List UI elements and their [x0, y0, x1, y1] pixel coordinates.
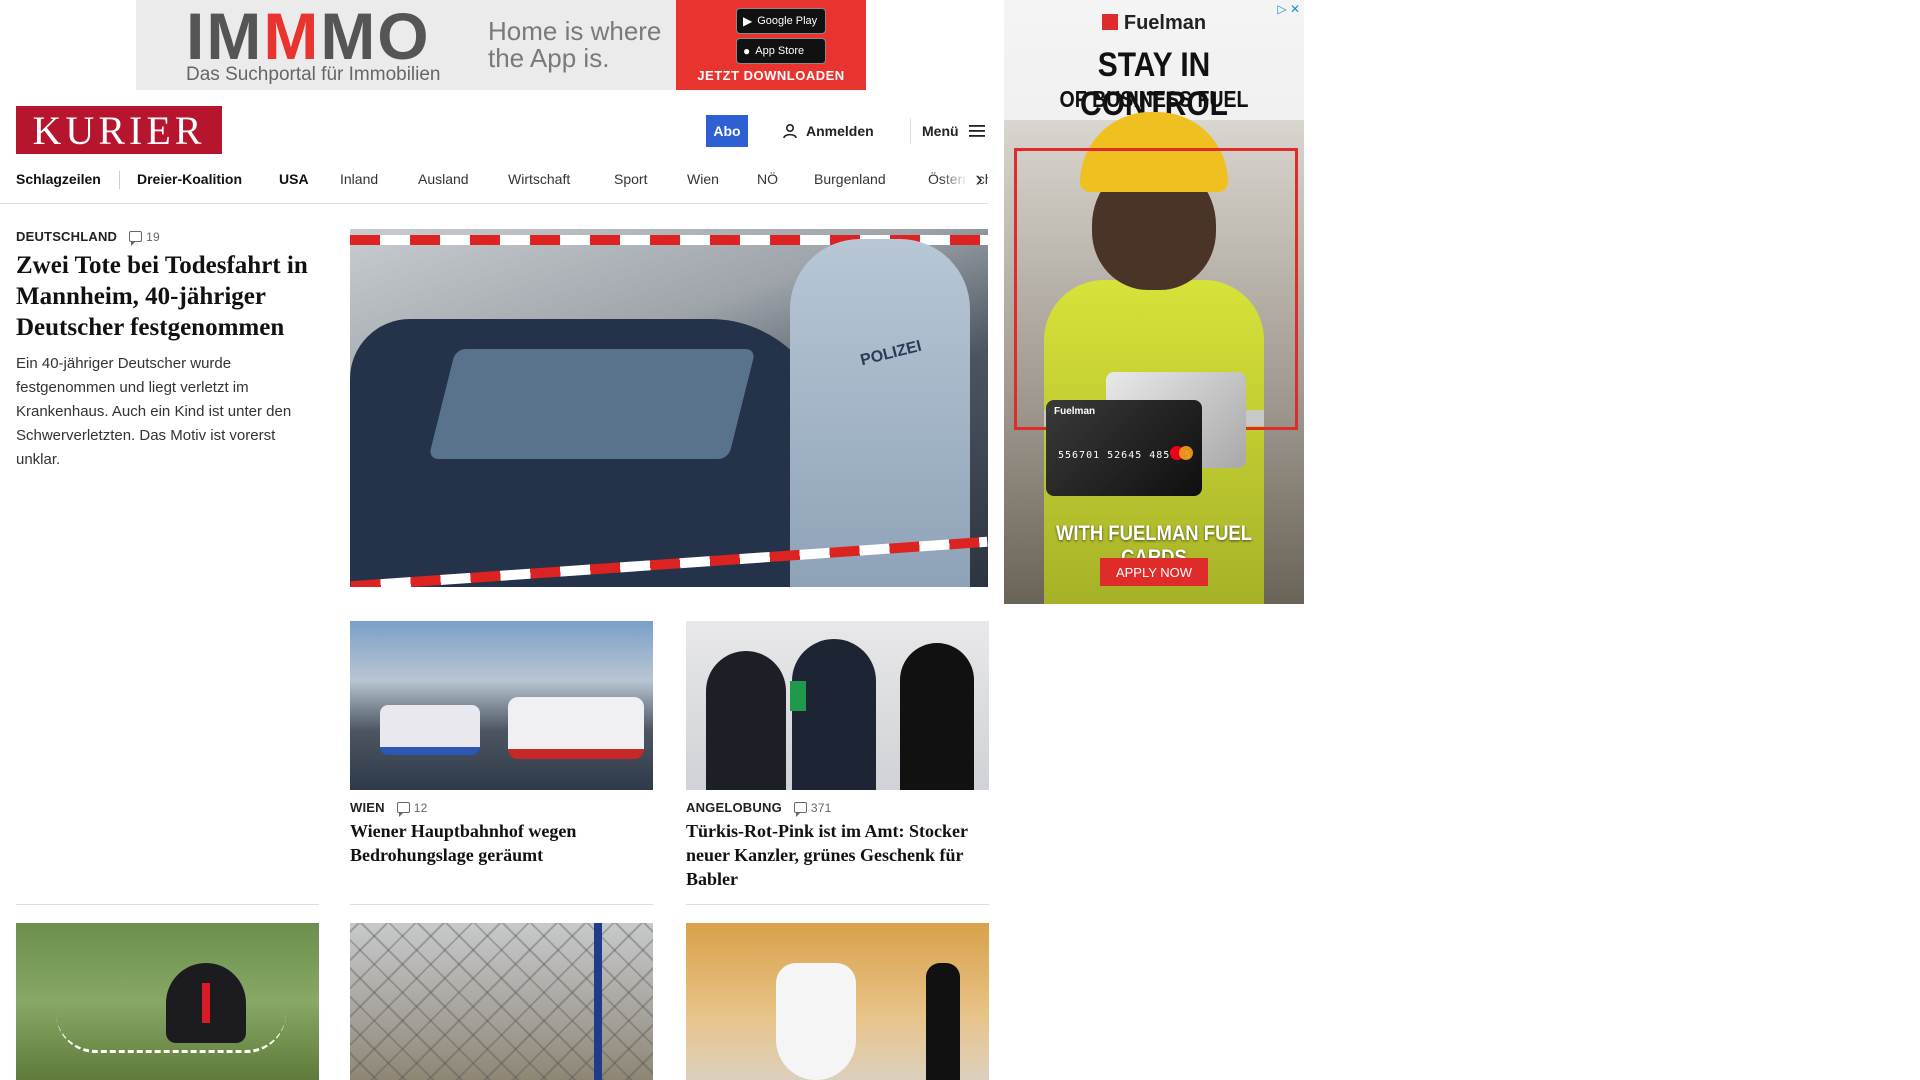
apple-icon: ●: [743, 44, 751, 58]
kurier-logo[interactable]: KURIER: [16, 106, 222, 154]
mastercard-icon: [1170, 446, 1194, 460]
lead-kicker[interactable]: Deutschland 19: [16, 229, 160, 246]
police-van: [508, 697, 644, 759]
person-silhouette: [792, 639, 876, 790]
ad-fuel-card: Fuelman 556701 52645 485145: [1046, 400, 1202, 496]
nav-item-schlagzeilen[interactable]: Schlagzeilen: [16, 162, 101, 196]
card-kicker[interactable]: Wien 12: [350, 800, 428, 817]
ad-fuelman-logo: Fuelman: [1004, 12, 1304, 35]
lead-image[interactable]: POLIZEI: [350, 229, 988, 587]
apply-now-button[interactable]: APPLY NOW: [1100, 558, 1208, 586]
side-skyscraper-ad[interactable]: ▷ ✕ Fuelman STAY IN CONTROL OF BUSINESS …: [1004, 0, 1304, 604]
person-silhouette: [926, 963, 960, 1080]
lead-comment-count[interactable]: 19: [129, 230, 160, 246]
lead-headline[interactable]: Zwei Tote bei Todesfahrt in Mannheim, 40…: [16, 250, 316, 343]
lead-image-officer: POLIZEI: [790, 239, 970, 587]
section-divider: [686, 904, 989, 905]
nav-item-ausland[interactable]: Ausland: [418, 162, 469, 196]
card-image-hauptbahnhof[interactable]: [350, 621, 653, 790]
person-silhouette: [900, 643, 974, 790]
top-banner-ad[interactable]: IMMMO Das Suchportal für Immobilien Home…: [136, 0, 866, 90]
card-comment-count[interactable]: 371: [793, 801, 832, 817]
card-category: Wien: [350, 800, 385, 815]
card-kicker[interactable]: Angelobung 371: [686, 800, 832, 817]
header-divider: [910, 118, 911, 144]
ad-cta-panel[interactable]: ▶ Google Play ● App Store JETZT DOWNLOAD…: [676, 0, 866, 90]
card-headline[interactable]: Türkis-Rot-Pink ist im Amt: Stocker neue…: [686, 819, 986, 891]
ad-subline: Das Suchportal für Immobilien: [186, 64, 441, 85]
fence-pattern: [350, 923, 653, 1080]
nav-divider: [119, 171, 120, 189]
fence-post: [594, 923, 602, 1080]
nav-item-dreier-koalition[interactable]: Dreier-Koalition: [137, 162, 242, 196]
chevron-right-icon[interactable]: ›: [970, 166, 988, 192]
ad-slogan: Home is where the App is.: [488, 16, 662, 73]
hamburger-icon: [968, 125, 985, 137]
nav-item-noe[interactable]: NÖ: [757, 162, 778, 196]
login-label: Anmelden: [806, 123, 874, 139]
menu-button[interactable]: Menü: [922, 121, 985, 141]
comment-icon: [129, 231, 143, 246]
comment-icon: [793, 802, 807, 817]
comment-icon: [396, 802, 410, 817]
app-store-button[interactable]: ● App Store: [736, 38, 826, 64]
nav-item-wirtschaft[interactable]: Wirtschaft: [508, 162, 570, 196]
card-category: Angelobung: [686, 800, 782, 815]
section-divider: [16, 904, 319, 905]
section-divider: [350, 904, 653, 905]
ad-brand-logo: IMMMO: [186, 0, 431, 73]
lead-image-windshield: [428, 349, 756, 459]
menu-label: Menü: [922, 123, 959, 139]
nav-item-inland[interactable]: Inland: [340, 162, 378, 196]
google-play-icon: ▶: [743, 14, 753, 28]
card-image-angelobung[interactable]: [686, 621, 989, 790]
nav-item-usa[interactable]: USA: [279, 162, 309, 196]
nav-item-sport[interactable]: Sport: [614, 162, 647, 196]
user-icon: [783, 123, 797, 139]
police-car: [380, 705, 480, 755]
login-button[interactable]: Anmelden: [782, 121, 874, 141]
green-gift: [790, 681, 806, 711]
card-image-hammock[interactable]: [16, 923, 319, 1080]
google-play-button[interactable]: ▶ Google Play: [736, 8, 826, 34]
abo-button[interactable]: Abo: [706, 115, 748, 147]
red-tie: [202, 983, 210, 1023]
person-silhouette: [776, 963, 856, 1080]
card-headline[interactable]: Wiener Hauptbahnhof wegen Bedrohungslage…: [350, 819, 650, 867]
person-silhouette: [706, 651, 786, 790]
card-image-red-carpet[interactable]: [686, 923, 989, 1080]
card-image-fence[interactable]: [350, 923, 653, 1080]
card-comment-count[interactable]: 12: [396, 801, 428, 817]
nav-item-wien[interactable]: Wien: [687, 162, 719, 196]
ad-download-cta[interactable]: JETZT DOWNLOADEN: [676, 68, 866, 83]
section-nav: Schlagzeilen Dreier-Koalition USA Inland…: [0, 162, 988, 204]
lead-category: Deutschland: [16, 229, 118, 244]
lead-teaser[interactable]: Ein 40-jähriger Deutscher wurde festgeno…: [16, 352, 316, 472]
nav-item-burgenland[interactable]: Burgenland: [814, 162, 886, 196]
